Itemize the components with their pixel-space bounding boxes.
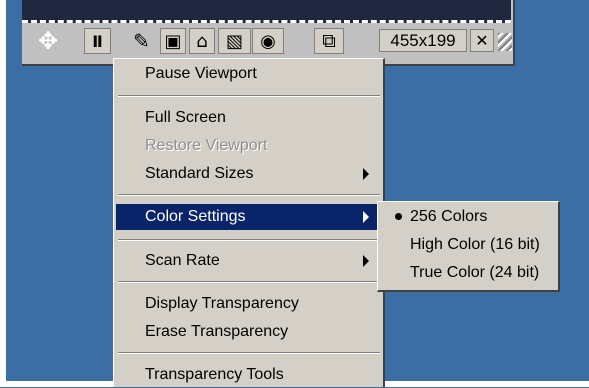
menu-item-full-screen[interactable]: Full Screen (116, 105, 381, 131)
menu-separator (118, 239, 380, 241)
viewport-context-menu: Pause Viewport Full Screen Restore Viewp… (113, 58, 385, 387)
submenu-item-label: 256 Colors (410, 208, 488, 225)
menu-item-display-transparency[interactable]: Display Transparency (116, 291, 381, 317)
menu-item-pause-viewport[interactable]: Pause Viewport (116, 61, 381, 87)
menu-item-label: Scan Rate (145, 252, 220, 269)
viewport-toolbar: ✥ Ⅱ ✎ ▣ ⌂ ▧ ◉ ⧉ 455x199 ✕ (30, 27, 512, 56)
resize-grip-icon[interactable] (498, 33, 512, 51)
menu-item-scan-rate[interactable]: Scan Rate (116, 248, 381, 274)
submenu-item-256-colors[interactable]: 256 Colors (380, 204, 557, 230)
left-window-edge (0, 0, 6, 387)
submenu-item-high-color[interactable]: High Color (16 bit) (380, 232, 557, 258)
menu-item-standard-sizes[interactable]: Standard Sizes (116, 161, 381, 187)
selected-bullet-icon (395, 213, 402, 220)
menu-item-label: Color Settings (145, 208, 246, 225)
chevron-right-icon (363, 168, 369, 180)
close-icon[interactable]: ✕ (470, 29, 494, 52)
arrange-icon[interactable]: ⌂ (189, 28, 215, 54)
chevron-right-icon (363, 211, 369, 223)
edit-document-icon[interactable]: ▣ (160, 28, 186, 54)
pencil-icon[interactable]: ✎ (129, 28, 154, 54)
viewport-window: ✥ Ⅱ ✎ ▣ ⌂ ▧ ◉ ⧉ 455x199 ✕ (22, 0, 515, 66)
display-settings-icon[interactable]: ⧉ (314, 28, 344, 54)
menu-item-restore-viewport: Restore Viewport (145, 137, 268, 154)
menu-item-label: Standard Sizes (145, 165, 254, 182)
pause-icon[interactable]: Ⅱ (84, 28, 111, 54)
menu-item-color-settings[interactable]: Color Settings (116, 204, 381, 230)
menu-item-erase-transparency[interactable]: Erase Transparency (116, 319, 381, 345)
color-settings-submenu: 256 Colors High Color (16 bit) True Colo… (377, 201, 560, 292)
submenu-item-true-color[interactable]: True Color (24 bit) (380, 260, 557, 286)
image-edit-icon[interactable]: ▧ (218, 28, 251, 54)
move-icon[interactable]: ✥ (34, 27, 62, 55)
menu-separator (118, 281, 380, 283)
viewport-size-field[interactable]: 455x199 (379, 29, 467, 52)
chevron-right-icon (363, 255, 369, 267)
menu-item-transparency-tools[interactable]: Transparency Tools (116, 362, 381, 388)
menu-separator (118, 352, 380, 354)
camera-icon[interactable]: ◉ (252, 28, 284, 54)
menu-separator (118, 95, 380, 97)
menu-separator (118, 194, 380, 196)
viewport-canvas (22, 0, 511, 23)
